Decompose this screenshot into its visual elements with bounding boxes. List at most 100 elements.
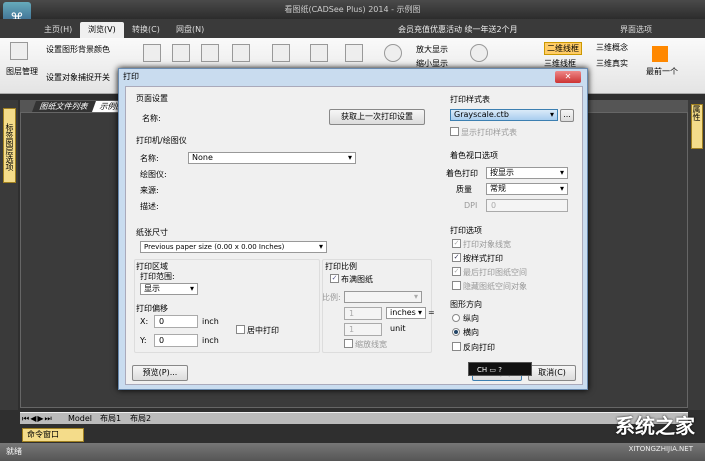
print-dialog: 打印 ✕ 页面设置 名称: 获取上一次打印设置 打印机/绘图仪 名称: None… xyxy=(118,68,588,390)
set-snap-button[interactable]: 设置对象捕捉开关 xyxy=(46,72,110,83)
orientation-heading: 图形方向 xyxy=(450,300,482,309)
offset-y-input[interactable]: 0 xyxy=(154,334,198,347)
reverse-plot-checkbox[interactable] xyxy=(452,342,461,351)
plot-option-label: 隐藏图纸空间对象 xyxy=(463,282,527,291)
fit-paper-label: 布满图纸 xyxy=(341,275,373,284)
scale-value1-input[interactable]: 1 xyxy=(344,307,382,320)
view-icon[interactable] xyxy=(310,44,328,62)
concept3d-button[interactable]: 三维概念 xyxy=(596,42,628,53)
plot-option-label: 按样式打印 xyxy=(463,254,503,263)
close-button[interactable]: ✕ xyxy=(555,71,581,83)
ime-language[interactable]: CH xyxy=(477,366,487,374)
tab-layout2[interactable]: 布局2 xyxy=(130,414,151,424)
cancel-button[interactable]: 取消(C) xyxy=(528,365,576,381)
scale-lineweights-checkbox[interactable] xyxy=(344,339,353,348)
set-bg-color-button[interactable]: 设置图形背景颜色 xyxy=(46,44,110,55)
title-bar: 看图纸(CADSee Plus) 2014 - 示例图 xyxy=(0,0,705,19)
fit-paper-checkbox[interactable]: ✓ xyxy=(330,274,339,283)
portrait-label: 纵向 xyxy=(463,314,479,323)
description-label: 描述: xyxy=(140,202,159,211)
zoom-extents-icon[interactable] xyxy=(470,44,488,62)
show-plot-style-label: 显示打印样式表 xyxy=(461,128,517,137)
show-plot-style-checkbox[interactable] xyxy=(450,127,459,136)
zoom-in-button[interactable]: 放大显示 xyxy=(416,44,448,55)
view-icon[interactable] xyxy=(272,44,290,62)
zoom-window-icon[interactable] xyxy=(384,44,402,62)
plotter-label: 绘图仪: xyxy=(140,170,167,179)
plot-option-label: 打印对象线宽 xyxy=(463,240,511,249)
scale-value2-input[interactable]: 1 xyxy=(344,323,382,336)
plot-option-checkbox[interactable]: ✓ xyxy=(452,267,461,276)
landscape-radio[interactable] xyxy=(452,328,460,336)
equals-sign: = xyxy=(428,308,435,317)
plot-style-browse-button[interactable]: ... xyxy=(560,109,574,122)
layout-nav-buttons[interactable]: ⏮◀▶⏭ xyxy=(22,414,53,424)
plot-option-checkbox[interactable]: ✓ xyxy=(452,253,461,262)
printer-select[interactable]: None xyxy=(188,152,356,164)
get-last-settings-button[interactable]: 获取上一次打印设置 xyxy=(329,109,425,125)
move-icon[interactable] xyxy=(143,44,161,62)
wire2d-button[interactable]: 二维线框 xyxy=(544,42,582,55)
scale-units-select[interactable]: inches xyxy=(386,307,426,319)
ime-toolbar[interactable]: CH ▭ ? xyxy=(468,362,532,376)
layers-icon xyxy=(10,42,28,60)
paper-size-select[interactable]: Previous paper size (0.00 x 0.00 Inches) xyxy=(140,241,327,253)
dialog-title: 打印 xyxy=(123,72,139,81)
tab-file-list[interactable]: 图纸文件列表 xyxy=(31,101,97,112)
watermark: 系统之家 xyxy=(615,414,695,438)
view-icon[interactable] xyxy=(345,44,363,62)
shade-plot-label: 着色打印 xyxy=(446,169,478,178)
dpi-label: DPI xyxy=(464,201,478,210)
shaded-viewport-heading: 着色视口选项 xyxy=(450,151,498,160)
ratio-select[interactable] xyxy=(344,291,422,303)
quality-select[interactable]: 常规 xyxy=(486,183,568,195)
dpi-input[interactable]: 0 xyxy=(486,199,568,212)
center-print-checkbox[interactable] xyxy=(236,325,245,334)
help-icon[interactable]: ? xyxy=(498,366,502,374)
first-arrow-icon xyxy=(652,46,668,62)
sidebar-tab-layers[interactable]: 标签图层选项 xyxy=(3,108,16,183)
measure-icon[interactable] xyxy=(172,44,190,62)
real3d-button[interactable]: 三维真实 xyxy=(596,58,628,69)
offset-x-input[interactable]: 0 xyxy=(154,315,198,328)
tab-layout1[interactable]: 布局1 xyxy=(100,414,121,424)
plot-options-heading: 打印选项 xyxy=(450,226,482,235)
find-icon[interactable] xyxy=(232,44,250,62)
center-print-label: 居中打印 xyxy=(247,326,279,335)
source-label: 来源: xyxy=(140,186,159,195)
area-icon[interactable] xyxy=(201,44,219,62)
command-window-tab[interactable]: 命令窗口 xyxy=(22,428,84,442)
x-unit: inch xyxy=(202,317,219,326)
tab-view[interactable]: 浏览(V) xyxy=(80,22,124,38)
plot-option-checkbox[interactable] xyxy=(452,281,461,290)
y-label: Y: xyxy=(140,336,147,345)
layer-manager-button[interactable]: 图层管理 xyxy=(6,66,38,77)
shade-plot-select[interactable]: 按显示 xyxy=(486,167,568,179)
paper-size-heading: 纸张尺寸 xyxy=(136,228,168,237)
window-title: 看图纸(CADSee Plus) 2014 - 示例图 xyxy=(284,5,421,14)
tab-cloud[interactable]: 网盘(N) xyxy=(168,22,212,38)
portrait-radio[interactable] xyxy=(452,314,460,322)
printer-name-label: 名称: xyxy=(140,154,159,163)
watermark-sub: XITONGZHIJIA.NET xyxy=(628,445,693,453)
y-unit: inch xyxy=(202,336,219,345)
ratio-label: 比例: xyxy=(322,293,341,302)
properties-tab[interactable]: 属性 xyxy=(691,104,703,149)
tab-home[interactable]: 主页(H) xyxy=(36,22,80,38)
page-setup-name-label: 名称: xyxy=(142,114,161,123)
status-bar: 就绪 xyxy=(0,443,705,461)
ui-options[interactable]: 界面选项 xyxy=(612,22,660,38)
page-setup-heading: 页面设置 xyxy=(136,94,168,103)
layout-tabs: ⏮◀▶⏭ Model 布局1 布局2 xyxy=(20,412,688,424)
plot-option-checkbox[interactable]: ✓ xyxy=(452,239,461,248)
preview-button[interactable]: 预览(P)... xyxy=(132,365,188,381)
tab-model[interactable]: Model xyxy=(68,414,92,424)
promo-text[interactable]: 会员充值优惠活动 续一年送2个月 xyxy=(390,22,526,38)
tab-convert[interactable]: 转换(C) xyxy=(124,22,168,38)
print-range-select[interactable]: 显示 xyxy=(140,283,198,295)
x-label: X: xyxy=(140,317,149,326)
first-button[interactable]: 最前一个 xyxy=(646,66,678,77)
reverse-plot-label: 反向打印 xyxy=(463,343,495,352)
plot-style-select[interactable]: Grayscale.ctb xyxy=(450,109,558,121)
quality-label: 质量 xyxy=(456,185,472,194)
